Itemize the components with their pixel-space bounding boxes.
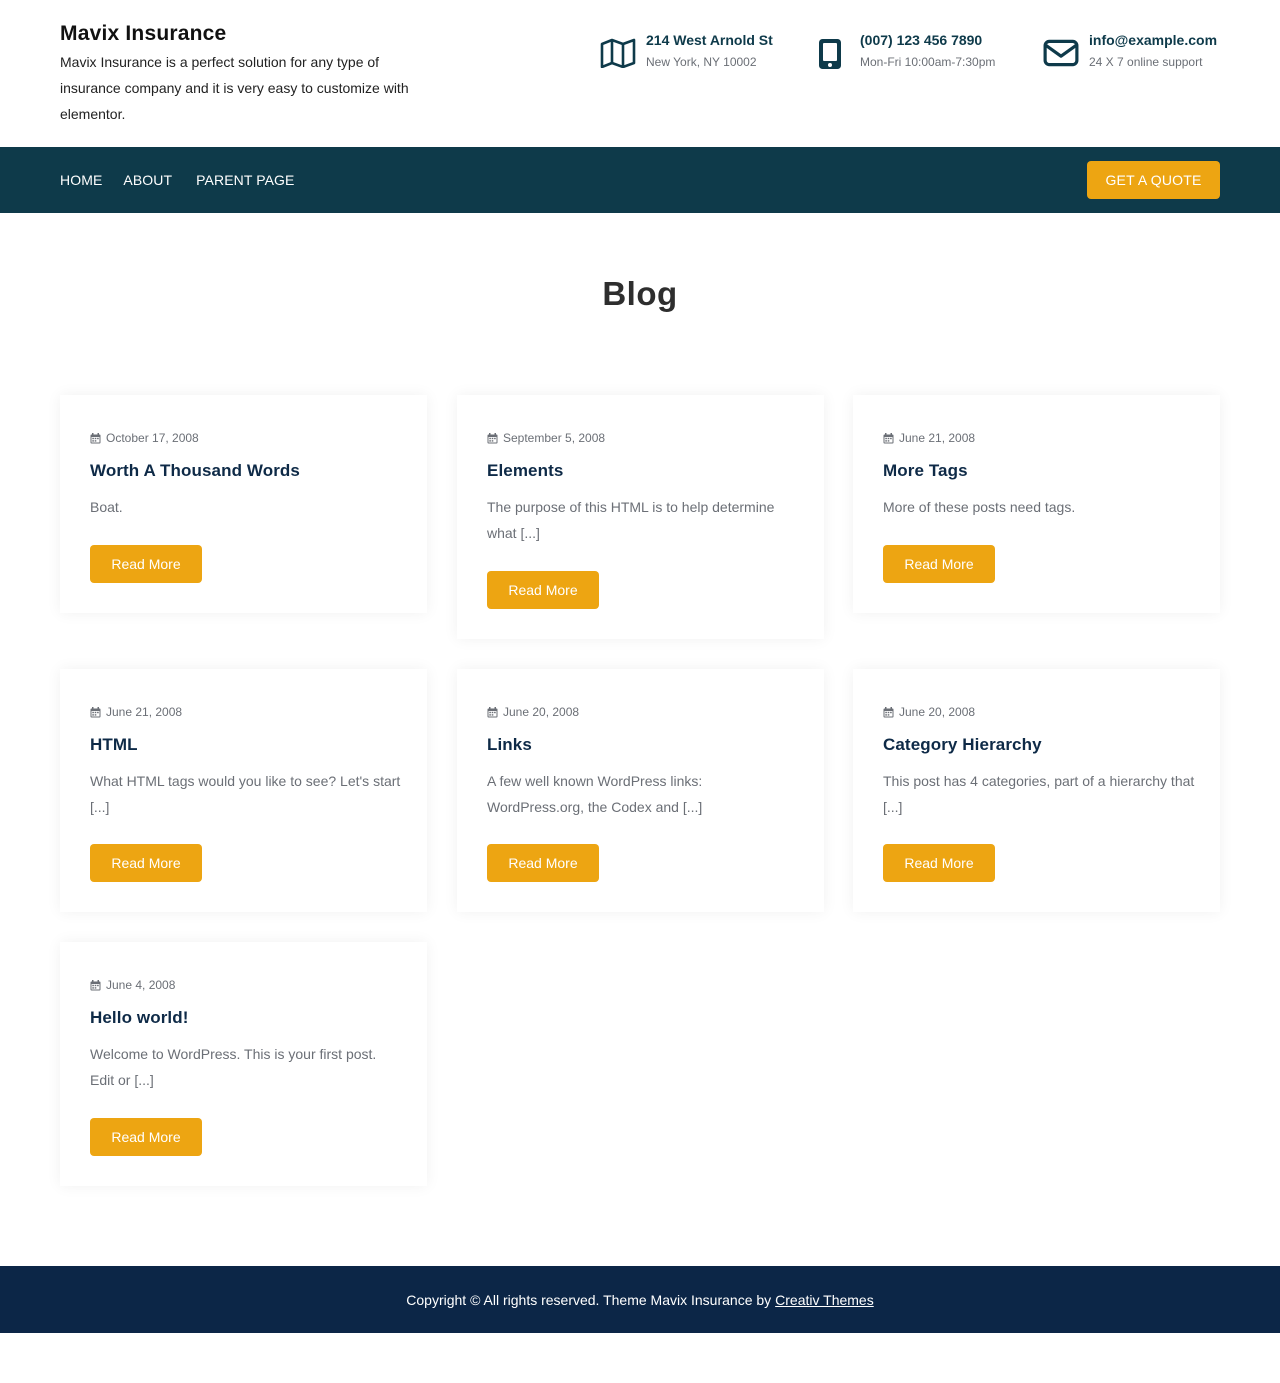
post-excerpt: Boat. <box>90 499 123 515</box>
calendar-icon <box>90 432 101 443</box>
brand: Mavix Insurance Mavix Insurance is a per… <box>60 20 440 127</box>
site-header: Mavix Insurance Mavix Insurance is a per… <box>0 0 1280 147</box>
read-more-button[interactable]: Read More <box>90 545 202 583</box>
post-title[interactable]: HTML <box>90 733 138 757</box>
site-description: Mavix Insurance is a perfect solution fo… <box>60 54 409 122</box>
email-address[interactable]: info@example.com <box>1089 31 1217 49</box>
post-title[interactable]: Elements <box>487 459 563 483</box>
post-date: October 17, 2008 <box>90 431 199 445</box>
post-date-text: June 20, 2008 <box>899 705 976 719</box>
calendar-icon <box>487 432 498 443</box>
post-title[interactable]: Category Hierarchy <box>883 733 1042 757</box>
post-card: June 4, 2008 Hello world! Welcome to Wor… <box>60 942 427 1186</box>
read-more-button[interactable]: Read More <box>883 545 995 583</box>
nav-parent-page[interactable]: PARENT PAGE <box>196 172 294 188</box>
post-excerpt: This post has 4 categories, part of a hi… <box>883 773 1195 815</box>
page-title: Blog <box>602 275 678 312</box>
calendar-icon <box>883 432 894 443</box>
read-more-button[interactable]: Read More <box>90 844 202 882</box>
map-icon <box>600 38 636 68</box>
post-date-text: June 21, 2008 <box>106 705 183 719</box>
calendar-icon <box>90 706 101 717</box>
post-date-text: June 20, 2008 <box>503 705 580 719</box>
post-date: June 4, 2008 <box>90 978 175 992</box>
site-footer: Copyright © All rights reserved. Theme M… <box>0 1266 1280 1333</box>
contact-email: info@example.com 24 X 7 online support <box>1043 30 1223 76</box>
post-date: June 21, 2008 <box>883 431 975 445</box>
post-title[interactable]: Hello world! <box>90 1006 188 1030</box>
post-date-text: June 4, 2008 <box>106 978 176 992</box>
post-card: September 5, 2008 Elements The purpose o… <box>457 395 824 639</box>
calendar-icon <box>883 706 894 717</box>
calendar-icon <box>487 706 498 717</box>
nav-about[interactable]: ABOUT <box>123 172 172 188</box>
post-card: June 21, 2008 More Tags More of these po… <box>853 395 1220 613</box>
post-card: October 17, 2008 Worth A Thousand Words … <box>60 395 427 613</box>
post-card: June 20, 2008 Links A few well known Wor… <box>457 669 824 912</box>
post-excerpt: The purpose of this HTML is to help dete… <box>487 499 775 541</box>
post-card: June 20, 2008 Category Hierarchy This po… <box>853 669 1220 912</box>
post-card: June 21, 2008 HTML What HTML tags would … <box>60 669 427 912</box>
nav-home[interactable]: HOME <box>60 172 102 188</box>
calendar-icon <box>90 979 101 990</box>
phone-number[interactable]: (007) 123 456 7890 <box>860 31 982 49</box>
phone-hours: Mon-Fri 10:00am-7:30pm <box>860 55 996 69</box>
address-line: 214 West Arnold St <box>646 32 773 48</box>
read-more-button[interactable]: Read More <box>487 844 599 882</box>
read-more-button[interactable]: Read More <box>487 571 599 609</box>
post-excerpt: What HTML tags would you like to see? Le… <box>90 773 401 815</box>
envelope-icon <box>1043 39 1079 67</box>
post-date-text: October 17, 2008 <box>106 431 199 445</box>
post-title[interactable]: Worth A Thousand Words <box>90 459 300 483</box>
post-title[interactable]: Links <box>487 733 532 757</box>
post-date: June 20, 2008 <box>487 705 579 719</box>
site-title[interactable]: Mavix Insurance <box>60 20 440 48</box>
get-a-quote-button[interactable]: GET A QUOTE <box>1087 161 1220 199</box>
post-title[interactable]: More Tags <box>883 459 968 483</box>
copyright-text: Copyright © All rights reserved. Theme M… <box>406 1291 772 1308</box>
post-date: June 20, 2008 <box>883 705 975 719</box>
address-city: New York, NY 10002 <box>646 55 757 69</box>
post-date: June 21, 2008 <box>90 705 182 719</box>
email-support: 24 X 7 online support <box>1089 55 1203 69</box>
post-excerpt: More of these posts need tags. <box>883 499 1076 515</box>
contact-address: 214 West Arnold St New York, NY 10002 <box>600 30 800 76</box>
post-date: September 5, 2008 <box>487 431 605 445</box>
nav-links: HOME ABOUT PARENT PAGE <box>60 147 316 213</box>
post-date-text: June 21, 2008 <box>899 431 976 445</box>
post-date-text: September 5, 2008 <box>503 431 606 445</box>
theme-author-link[interactable]: Creativ Themes <box>775 1292 874 1308</box>
main-navigation: HOME ABOUT PARENT PAGE GET A QUOTE <box>0 147 1280 213</box>
phone-icon <box>819 39 841 69</box>
read-more-button[interactable]: Read More <box>90 1118 202 1156</box>
contact-phone: (007) 123 456 7890 Mon-Fri 10:00am-7:30p… <box>816 30 1016 76</box>
post-excerpt: A few well known WordPress links: WordPr… <box>487 773 703 815</box>
read-more-button[interactable]: Read More <box>883 844 995 882</box>
post-excerpt: Welcome to WordPress. This is your first… <box>90 1046 377 1088</box>
